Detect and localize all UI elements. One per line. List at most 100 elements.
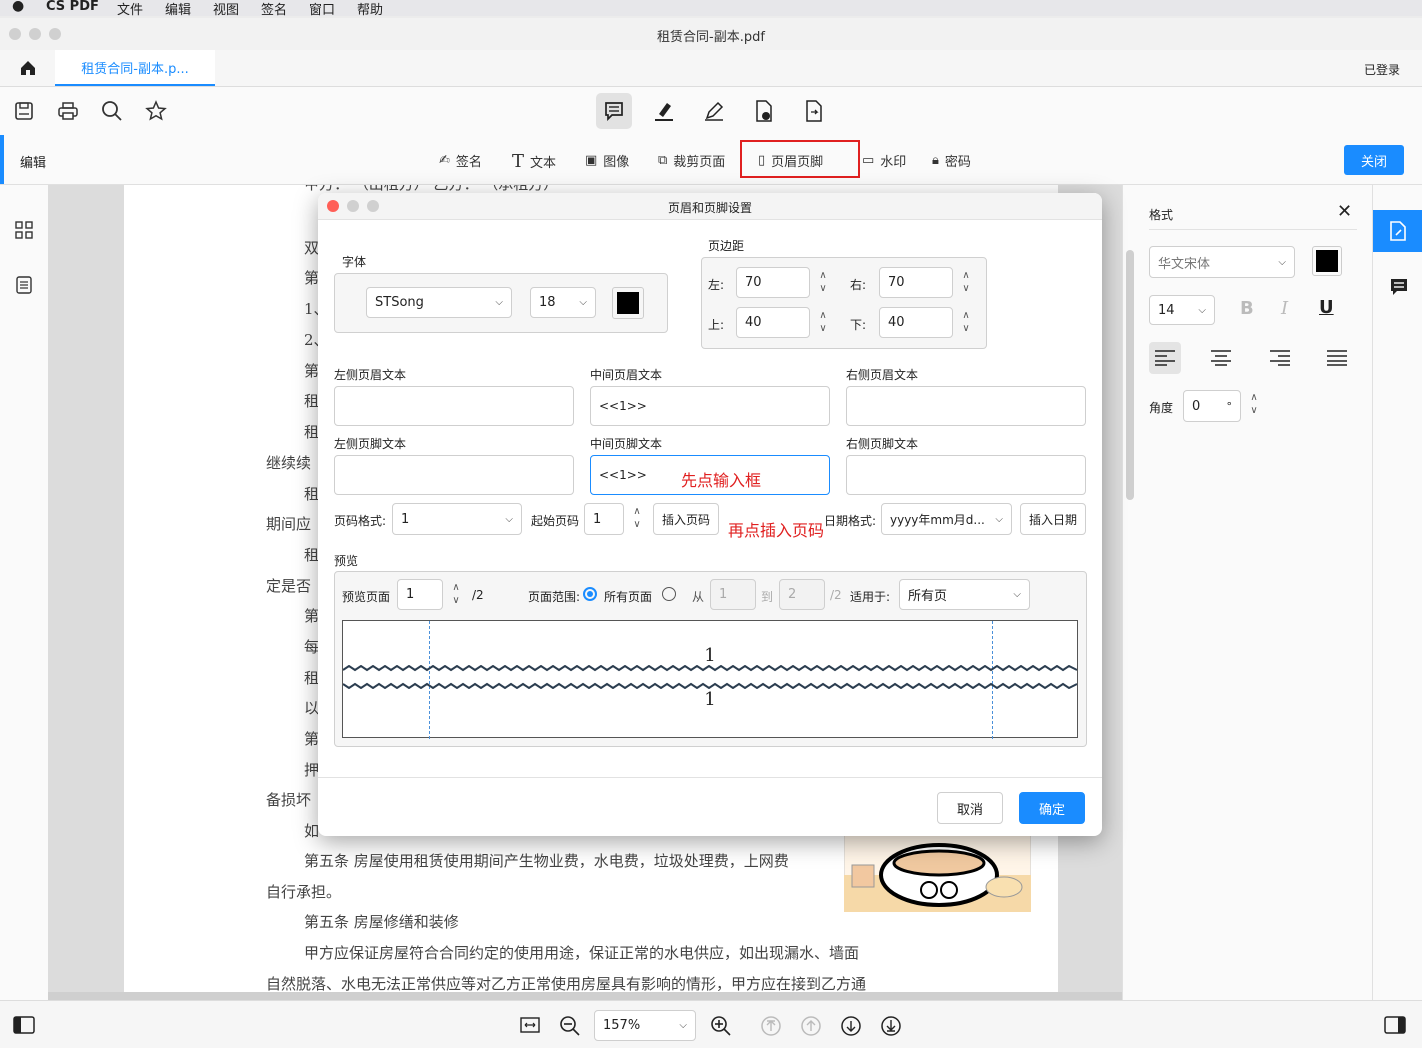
header-center-input[interactable]: <<1>> — [590, 386, 830, 426]
outline-icon[interactable] — [15, 275, 33, 295]
angle-input[interactable]: 0 ° — [1183, 390, 1241, 422]
password-button[interactable]: 🔒︎ 密码 — [932, 151, 971, 170]
header-footer-icon: ▯ — [758, 153, 766, 168]
preview-page-stepper[interactable]: ∧ ∨ — [449, 581, 463, 607]
format-size-select[interactable]: 14 ⌵ — [1149, 295, 1215, 325]
pen-icon[interactable] — [703, 100, 725, 122]
menu-sign[interactable]: 签名 — [261, 0, 287, 18]
font-size-select[interactable]: 18 ⌵ — [530, 287, 596, 318]
header-right-input[interactable] — [846, 386, 1086, 426]
margin-bottom-input[interactable]: 40 — [879, 307, 953, 338]
date-format-select[interactable]: yyyy年mm月d... ⌵ — [881, 503, 1012, 535]
range-to-input[interactable]: 2 — [779, 579, 825, 610]
margin-top-stepper[interactable]: ∧ ∨ — [816, 309, 830, 335]
crop-button[interactable]: ⧉ 裁剪页面 — [658, 151, 725, 170]
highlight-icon[interactable] — [653, 100, 675, 122]
text-button[interactable]: T 文本 — [512, 151, 556, 172]
format-font-select[interactable]: 华文宋体 ⌵ — [1149, 246, 1295, 278]
underline-button[interactable]: U — [1319, 297, 1334, 318]
footer-center-label: 中间页脚文本 — [590, 437, 663, 451]
page-edit-icon[interactable] — [753, 99, 775, 123]
ok-button[interactable]: 确定 — [1019, 792, 1085, 824]
align-right-icon[interactable] — [1270, 350, 1290, 366]
italic-button[interactable]: I — [1281, 298, 1288, 319]
margin-left-value: 70 — [745, 275, 762, 290]
range-all-label: 所有页面 — [604, 590, 653, 604]
format-color-swatch[interactable] — [1312, 246, 1342, 276]
margin-right-input[interactable]: 70 — [879, 267, 953, 298]
menu-file[interactable]: 文件 — [117, 0, 143, 18]
start-page-input[interactable]: 1 — [584, 503, 624, 535]
watermark-button[interactable]: ▭ 水印 — [862, 151, 906, 170]
comments-panel-icon[interactable] — [1389, 277, 1409, 297]
margin-bottom-stepper[interactable]: ∧ ∨ — [959, 309, 973, 335]
range-all-radio[interactable] — [583, 587, 597, 601]
star-icon[interactable] — [145, 100, 167, 122]
chevron-down-icon: ⌵ — [495, 297, 503, 308]
font-color-swatch[interactable] — [612, 287, 644, 319]
apple-icon[interactable]: ● — [12, 0, 24, 14]
footer-right-input[interactable] — [846, 455, 1086, 495]
footer-left-input[interactable] — [334, 455, 574, 495]
preview-page-input[interactable]: 1 — [397, 579, 443, 610]
horizontal-scrollbar[interactable] — [48, 992, 1122, 1000]
align-center-icon[interactable] — [1211, 350, 1231, 366]
zoom-in-icon[interactable] — [710, 1015, 732, 1037]
header-left-input[interactable] — [334, 386, 574, 426]
menu-help[interactable]: 帮助 — [357, 0, 383, 18]
vertical-scrollbar[interactable] — [1126, 250, 1134, 500]
toggle-right-sidebar-icon[interactable] — [1384, 1016, 1406, 1034]
header-footer-button[interactable]: ▯ 页眉页脚 — [758, 151, 823, 170]
format-panel-tab[interactable] — [1373, 210, 1422, 252]
print-icon[interactable] — [57, 101, 79, 121]
window-title: 租赁合同-副本.pdf — [657, 30, 765, 45]
toggle-left-sidebar-icon[interactable] — [13, 1016, 35, 1034]
sign-button[interactable]: ✍ 签名 — [439, 151, 482, 170]
margin-left-input[interactable]: 70 — [736, 267, 810, 298]
angle-stepper[interactable]: ∧ ∨ — [1247, 391, 1261, 417]
insert-page-number-button[interactable]: 插入页码 — [653, 503, 719, 535]
margin-top-label: 上: — [708, 318, 725, 332]
font-family-select[interactable]: STSong ⌵ — [366, 287, 512, 318]
search-icon[interactable] — [101, 100, 123, 122]
format-close-icon[interactable]: ✕ — [1337, 201, 1352, 222]
image-button[interactable]: ▣ 图像 — [585, 151, 629, 170]
login-status[interactable]: 已登录 — [1364, 61, 1400, 78]
fit-width-icon[interactable] — [520, 1016, 540, 1034]
bold-button[interactable]: B — [1240, 298, 1254, 319]
align-left-button[interactable] — [1149, 342, 1181, 374]
cancel-button[interactable]: 取消 — [937, 792, 1003, 824]
menu-app-name[interactable]: CS PDF — [46, 0, 99, 14]
align-justify-icon[interactable] — [1327, 350, 1347, 366]
doc-line: 第五条 房屋使用租赁使用期间产生物业费，水电费，垃圾处理费，上网费 — [304, 852, 789, 870]
close-edit-button[interactable]: 关闭 — [1344, 145, 1404, 175]
menu-window[interactable]: 窗口 — [309, 0, 335, 18]
zoom-select[interactable]: 157% ⌵ — [594, 1010, 696, 1041]
last-page-icon[interactable] — [880, 1015, 902, 1037]
doc-line: 租 — [304, 546, 320, 564]
range-from-radio[interactable] — [662, 587, 676, 601]
margin-right-stepper[interactable]: ∧ ∨ — [959, 269, 973, 295]
next-page-icon[interactable] — [840, 1015, 862, 1037]
previous-page-icon[interactable] — [800, 1015, 822, 1037]
range-from-input[interactable]: 1 — [710, 579, 756, 610]
document-edit-icon — [1390, 221, 1406, 241]
save-icon[interactable] — [14, 101, 34, 121]
zoom-out-icon[interactable] — [559, 1015, 581, 1037]
comment-tool-button[interactable] — [596, 93, 632, 129]
page-format-select[interactable]: 1 ⌵ — [392, 503, 522, 535]
signature-icon: ✍ — [439, 153, 450, 168]
menu-view[interactable]: 视图 — [213, 0, 239, 18]
apply-to-select[interactable]: 所有页 ⌵ — [899, 579, 1030, 610]
crop-icon: ⧉ — [658, 153, 668, 168]
first-page-icon[interactable] — [760, 1015, 782, 1037]
margin-left-stepper[interactable]: ∧ ∨ — [816, 269, 830, 295]
menu-edit[interactable]: 编辑 — [165, 0, 191, 18]
tab-document[interactable]: 租赁合同-副本.p... — [55, 50, 215, 86]
home-button[interactable] — [0, 50, 55, 86]
margin-top-input[interactable]: 40 — [736, 307, 810, 338]
insert-date-button[interactable]: 插入日期 — [1020, 503, 1086, 535]
convert-icon[interactable] — [803, 99, 825, 123]
start-page-stepper[interactable]: ∧ ∨ — [630, 505, 644, 531]
thumbnails-icon[interactable] — [14, 220, 34, 240]
